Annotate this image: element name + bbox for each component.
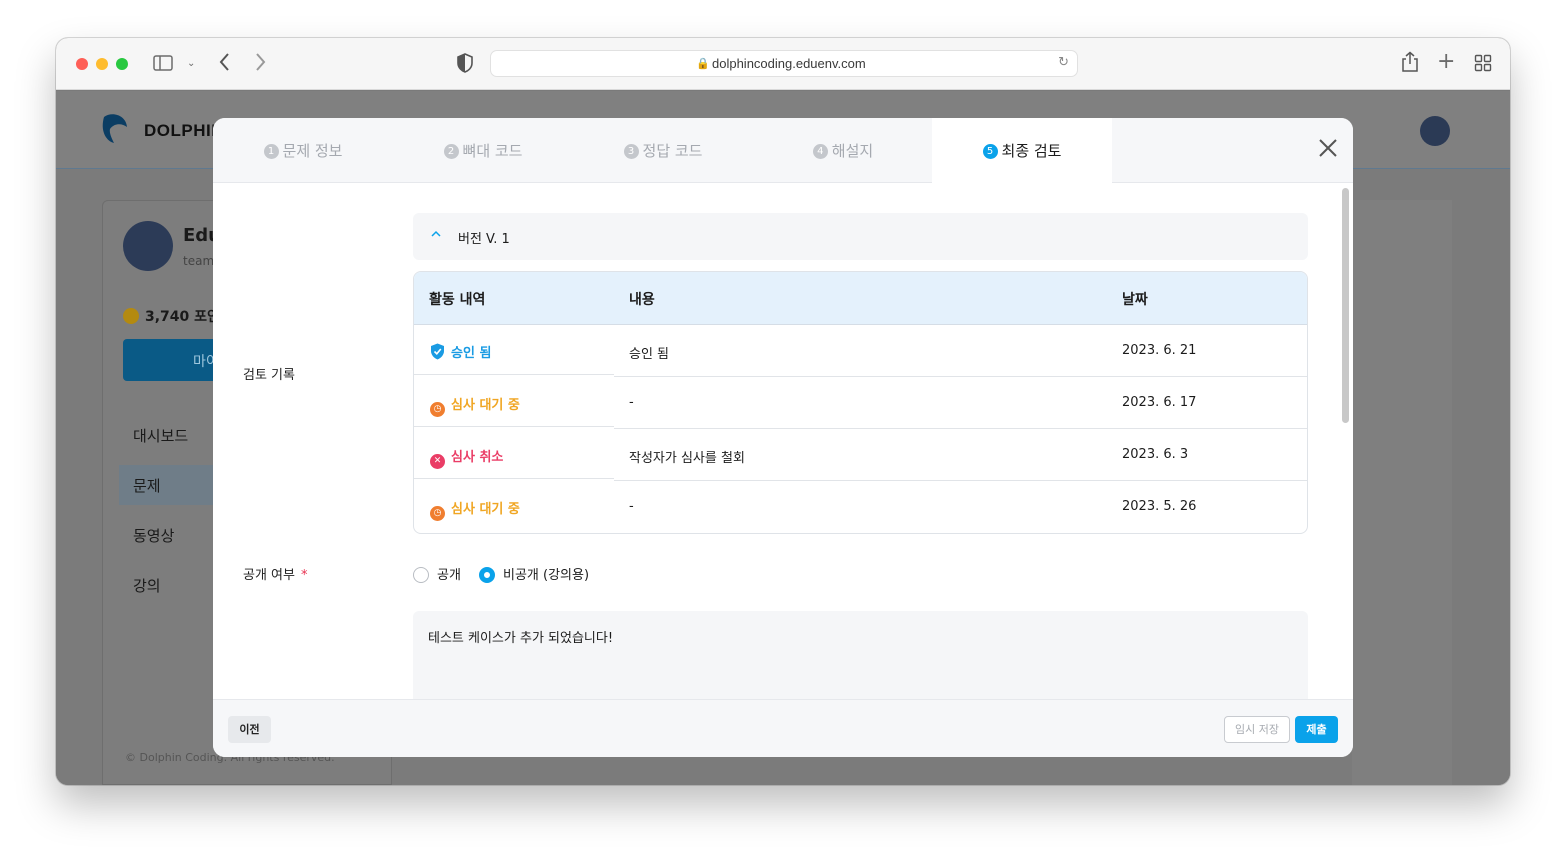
forward-icon[interactable]	[253, 51, 267, 78]
privacy-shield-icon[interactable]	[457, 53, 473, 78]
scrollbar-thumb[interactable]	[1342, 188, 1349, 423]
radio-private[interactable]: 비공개 (강의용)	[479, 564, 589, 583]
step-number: 4	[812, 144, 828, 159]
divider	[414, 374, 614, 375]
sidebar-item-label: 동영상	[133, 527, 175, 545]
close-icon[interactable]	[1316, 138, 1340, 162]
review-note-textarea[interactable]: 테스트 케이스가 추가 되었습니다!	[413, 611, 1308, 699]
dolphin-logo-icon	[102, 114, 127, 143]
browser-toolbar: ⌄ 🔒 dolphincoding.eduenv.com ↻ +	[56, 38, 1510, 90]
column-header: 활동 내역	[429, 292, 486, 308]
content-cell: 승인 됨	[629, 347, 670, 362]
tab-label: 최종 검토	[1001, 142, 1062, 160]
back-icon[interactable]	[218, 51, 232, 78]
profile-avatar	[123, 221, 173, 271]
close-window-button[interactable]	[76, 58, 88, 70]
problem-editor-modal: 1 문제 정보 2 뼈대 코드 3 정답 코드 4 해설지 5 최종 검토 검토 기록 버…	[213, 118, 1353, 757]
sidebar-item-label: 강의	[133, 577, 161, 595]
tab-label: 해설지	[831, 142, 874, 160]
tab-solution[interactable]: 4 해설지	[753, 118, 933, 183]
status-text: 심사 취소	[451, 450, 504, 465]
status-text: 심사 대기 중	[451, 502, 520, 517]
status-badge: 승인 됨	[430, 342, 491, 361]
url-text: dolphincoding.eduenv.com	[712, 56, 866, 71]
sidebar-item-label: 문제	[133, 477, 161, 495]
modal-footer: 이전 임시 저장 제출	[213, 699, 1353, 757]
note-text: 테스트 케이스가 추가 되었습니다!	[428, 631, 614, 646]
version-accordion[interactable]: 버전 V. 1	[413, 213, 1308, 260]
reload-icon[interactable]: ↻	[1058, 55, 1069, 70]
content-cell: 작성자가 심사를 철회	[629, 451, 745, 466]
content-cell: -	[629, 395, 634, 410]
radio-public[interactable]: 공개	[413, 564, 461, 583]
tab-overview-icon[interactable]	[1474, 54, 1492, 77]
step-number: 1	[263, 144, 279, 159]
submit-button[interactable]: 제출	[1295, 716, 1338, 743]
version-title: 버전 V. 1	[458, 232, 510, 247]
prev-button[interactable]: 이전	[228, 716, 271, 743]
tab-skeleton-code[interactable]: 2 뼈대 코드	[393, 118, 573, 183]
address-bar[interactable]: 🔒 dolphincoding.eduenv.com ↻	[490, 50, 1078, 77]
header-avatar[interactable]	[1420, 116, 1450, 146]
clock-icon: ◷	[430, 402, 445, 417]
divider	[414, 478, 614, 479]
sidebar-toggle-icon[interactable]	[153, 54, 173, 77]
divider	[414, 426, 614, 427]
status-badge: ◷ 심사 대기 중	[430, 498, 520, 521]
visibility-label: 공개 여부 *	[243, 564, 307, 583]
tab-label: 문제 정보	[282, 142, 343, 160]
content-cell: -	[629, 499, 634, 514]
tab-label: 정답 코드	[642, 142, 703, 160]
tab-final-review[interactable]: 5 최종 검토	[932, 118, 1112, 184]
required-mark: *	[300, 568, 308, 583]
logo-text[interactable]: DOLPHIN	[144, 121, 224, 141]
new-tab-icon[interactable]: +	[1437, 51, 1455, 73]
maximize-window-button[interactable]	[116, 58, 128, 70]
review-history-table: 활동 내역 내용 날짜 승인 됨 승인 됨 2023. 6. 21 ◷ 심사 대기…	[413, 271, 1308, 534]
radio-label: 비공개 (강의용)	[503, 568, 590, 583]
table-header: 활동 내역 내용 날짜	[414, 272, 1307, 325]
visibility-label-text: 공개 여부	[243, 568, 295, 583]
status-text: 승인 됨	[451, 346, 492, 361]
table-row: ◷ 심사 대기 중 - 2023. 6. 17	[414, 377, 1307, 429]
tab-problem-info[interactable]: 1 문제 정보	[213, 118, 393, 183]
radio-button[interactable]	[413, 567, 429, 583]
table-row: 승인 됨 승인 됨 2023. 6. 21	[414, 325, 1307, 377]
date-cell: 2023. 6. 3	[1122, 447, 1189, 462]
lock-icon: 🔒	[696, 57, 710, 70]
clock-icon: ◷	[430, 506, 445, 521]
chevron-down-icon[interactable]: ⌄	[187, 54, 195, 74]
tab-label: 뼈대 코드	[462, 142, 523, 160]
minimize-window-button[interactable]	[96, 58, 108, 70]
table-row: ◷ 심사 대기 중 - 2023. 5. 26	[414, 481, 1307, 533]
share-icon[interactable]	[1401, 51, 1419, 78]
temp-save-button[interactable]: 임시 저장	[1224, 716, 1290, 743]
modal-body: 검토 기록 버전 V. 1 활동 내역 내용 날짜 승인 됨 승인 됨 2023…	[213, 184, 1353, 699]
x-circle-icon: ✕	[430, 454, 445, 469]
step-number: 5	[982, 144, 998, 159]
status-badge: ✕ 심사 취소	[430, 446, 503, 469]
step-tabs: 1 문제 정보 2 뼈대 코드 3 정답 코드 4 해설지 5 최종 검토	[213, 118, 1353, 184]
tab-answer-code[interactable]: 3 정답 코드	[573, 118, 753, 183]
date-cell: 2023. 6. 17	[1122, 395, 1197, 410]
step-number: 3	[623, 144, 639, 159]
radio-label: 공개	[437, 568, 461, 583]
column-header: 내용	[629, 292, 655, 308]
date-cell: 2023. 6. 21	[1122, 343, 1197, 358]
coin-icon	[123, 308, 139, 324]
date-cell: 2023. 5. 26	[1122, 499, 1197, 514]
column-header: 날짜	[1122, 292, 1148, 308]
sidebar-item-label: 대시보드	[133, 427, 189, 445]
content-panel	[1352, 200, 1452, 785]
review-history-label: 검토 기록	[243, 368, 295, 383]
shield-check-icon	[431, 343, 444, 360]
status-badge: ◷ 심사 대기 중	[430, 394, 520, 417]
step-number: 2	[443, 144, 459, 159]
chevron-up-icon	[431, 227, 441, 240]
status-text: 심사 대기 중	[451, 398, 520, 413]
table-row: ✕ 심사 취소 작성자가 심사를 철회 2023. 6. 3	[414, 429, 1307, 481]
radio-button[interactable]	[479, 567, 495, 583]
